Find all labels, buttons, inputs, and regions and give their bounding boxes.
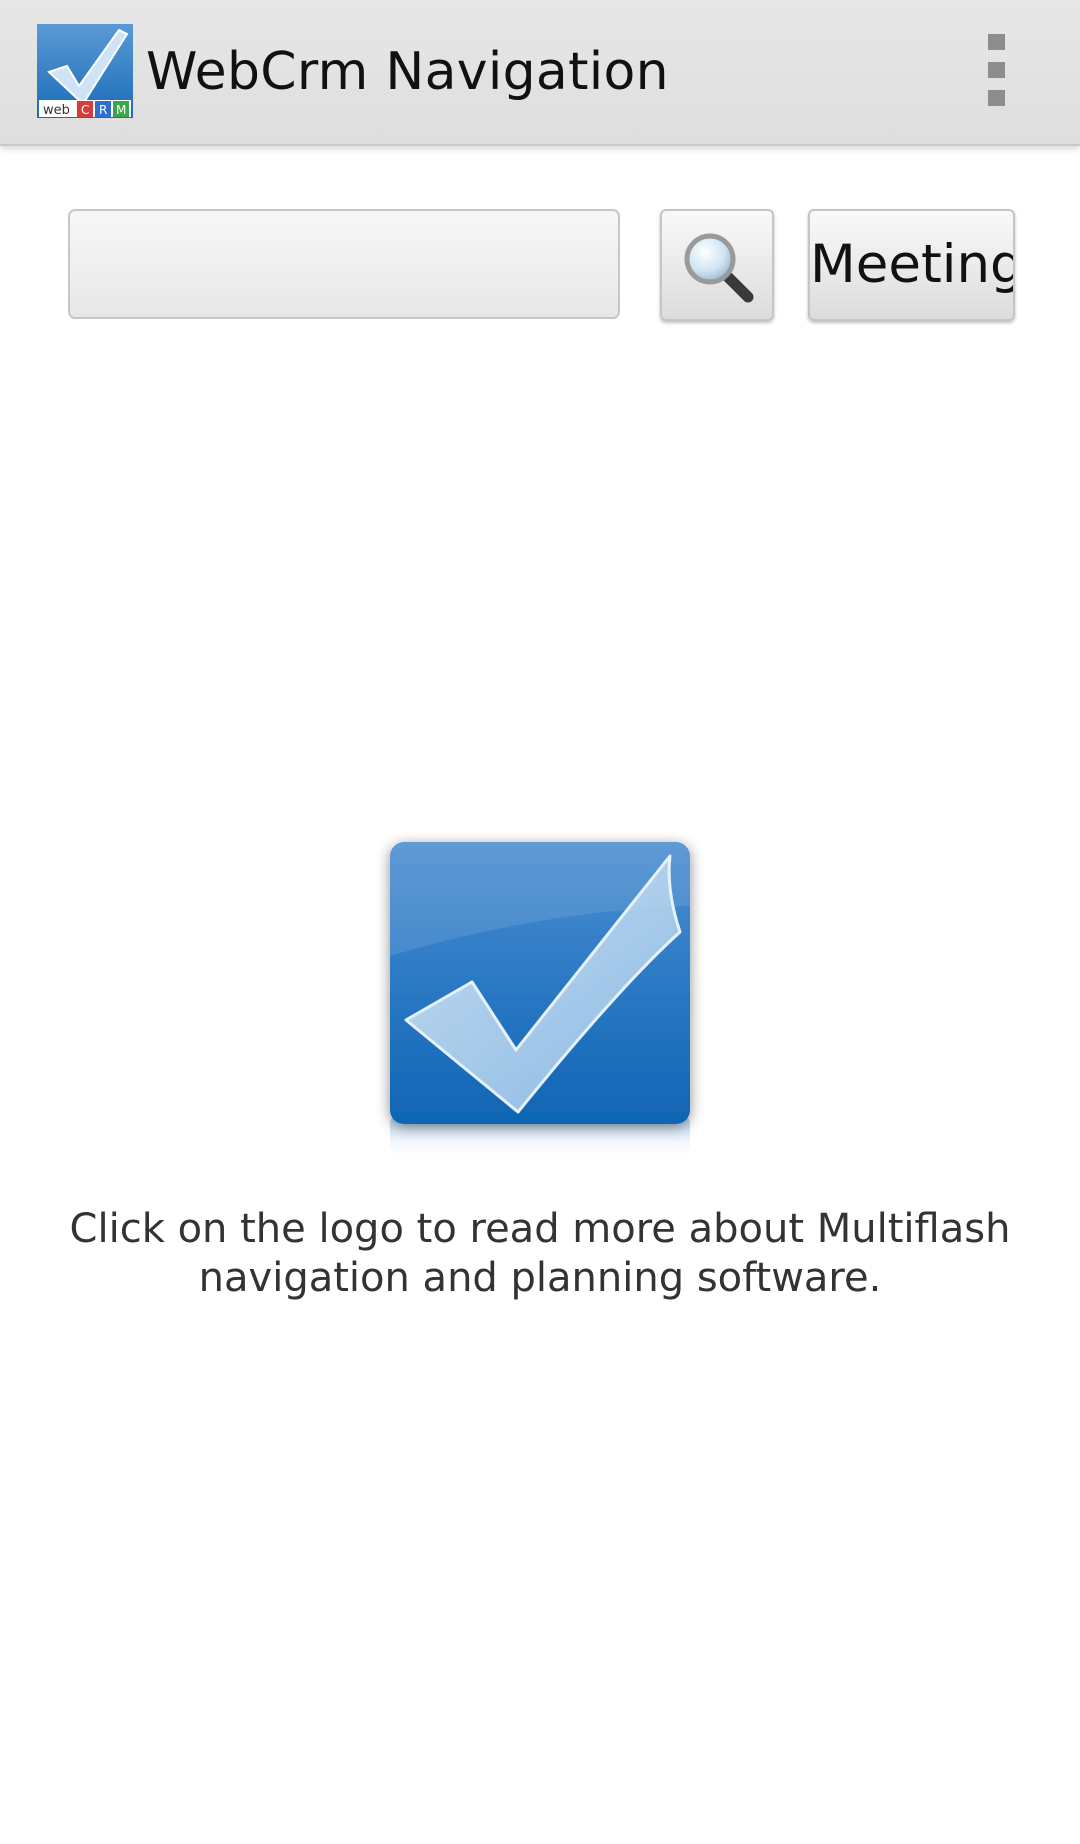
info-line-2: navigation and planning software. [198,1255,882,1301]
overflow-menu-icon[interactable] [976,34,1016,106]
action-bar: web C R M WebCrm Navigation [0,0,1080,146]
info-text: Click on the logo to read more about Mul… [60,1205,1020,1303]
app-title: WebCrm Navigation [146,42,669,102]
search-button[interactable] [660,209,774,321]
overflow-dot [987,90,1005,106]
svg-text:M: M [116,103,126,117]
magnifier-icon [684,233,754,303]
info-line-1: Click on the logo to read more about Mul… [69,1206,1011,1252]
checkmark-logo-icon [390,842,690,1161]
multiflash-logo-button[interactable] [370,826,710,1186]
svg-text:R: R [99,103,107,117]
search-input[interactable] [68,209,620,319]
overflow-dot [987,62,1005,78]
webcrm-logo-icon: web C R M [37,24,133,118]
meeting-button[interactable]: Meeting [808,209,1015,321]
svg-text:C: C [81,103,89,117]
svg-text:web: web [43,103,70,118]
overflow-dot [987,34,1005,50]
